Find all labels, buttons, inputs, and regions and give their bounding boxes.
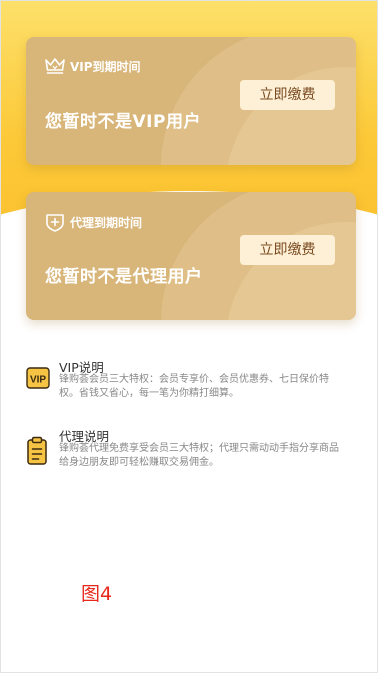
agent-info-description: 锋购荟代理免费享受会员三大特权；代理只需动动手指分享商品给身边朋友即可轻松赚取交… xyxy=(59,443,339,468)
vip-pay-button[interactable]: 立即缴费 xyxy=(240,80,335,110)
vip-status-card: VIP到期时间 您暂时不是VIP用户 立即缴费 xyxy=(26,37,356,165)
agent-status-card: 代理到期时间 您暂时不是代理用户 立即缴费 xyxy=(26,192,356,320)
agent-expire-label: 代理到期时间 xyxy=(70,215,143,230)
vip-expire-label: VIP到期时间 xyxy=(70,59,141,74)
agent-expire-header: 代理到期时间 xyxy=(44,212,142,232)
vip-info-description: 锋购荟会员三大特权：会员专享价、会员优惠券、七日保价特权。省钱又省心，每一笔为你… xyxy=(59,374,329,399)
vip-badge-icon: VIP xyxy=(26,367,50,389)
agent-status-title: 您暂时不是代理用户 xyxy=(45,267,203,287)
crown-icon xyxy=(45,58,65,74)
vip-badge-text: VIP xyxy=(30,375,46,386)
figure-label: 图4 xyxy=(81,583,113,605)
agent-pay-button[interactable]: 立即缴费 xyxy=(240,235,335,265)
vip-status-title: 您暂时不是VIP用户 xyxy=(45,112,201,132)
app-screen: VIP到期时间 您暂时不是VIP用户 立即缴费 代理到期时间 您暂时不是代理用户… xyxy=(0,0,378,673)
clipboard-icon xyxy=(27,436,47,465)
agent-shield-icon xyxy=(46,214,64,232)
vip-expire-header: VIP到期时间 xyxy=(44,57,141,75)
